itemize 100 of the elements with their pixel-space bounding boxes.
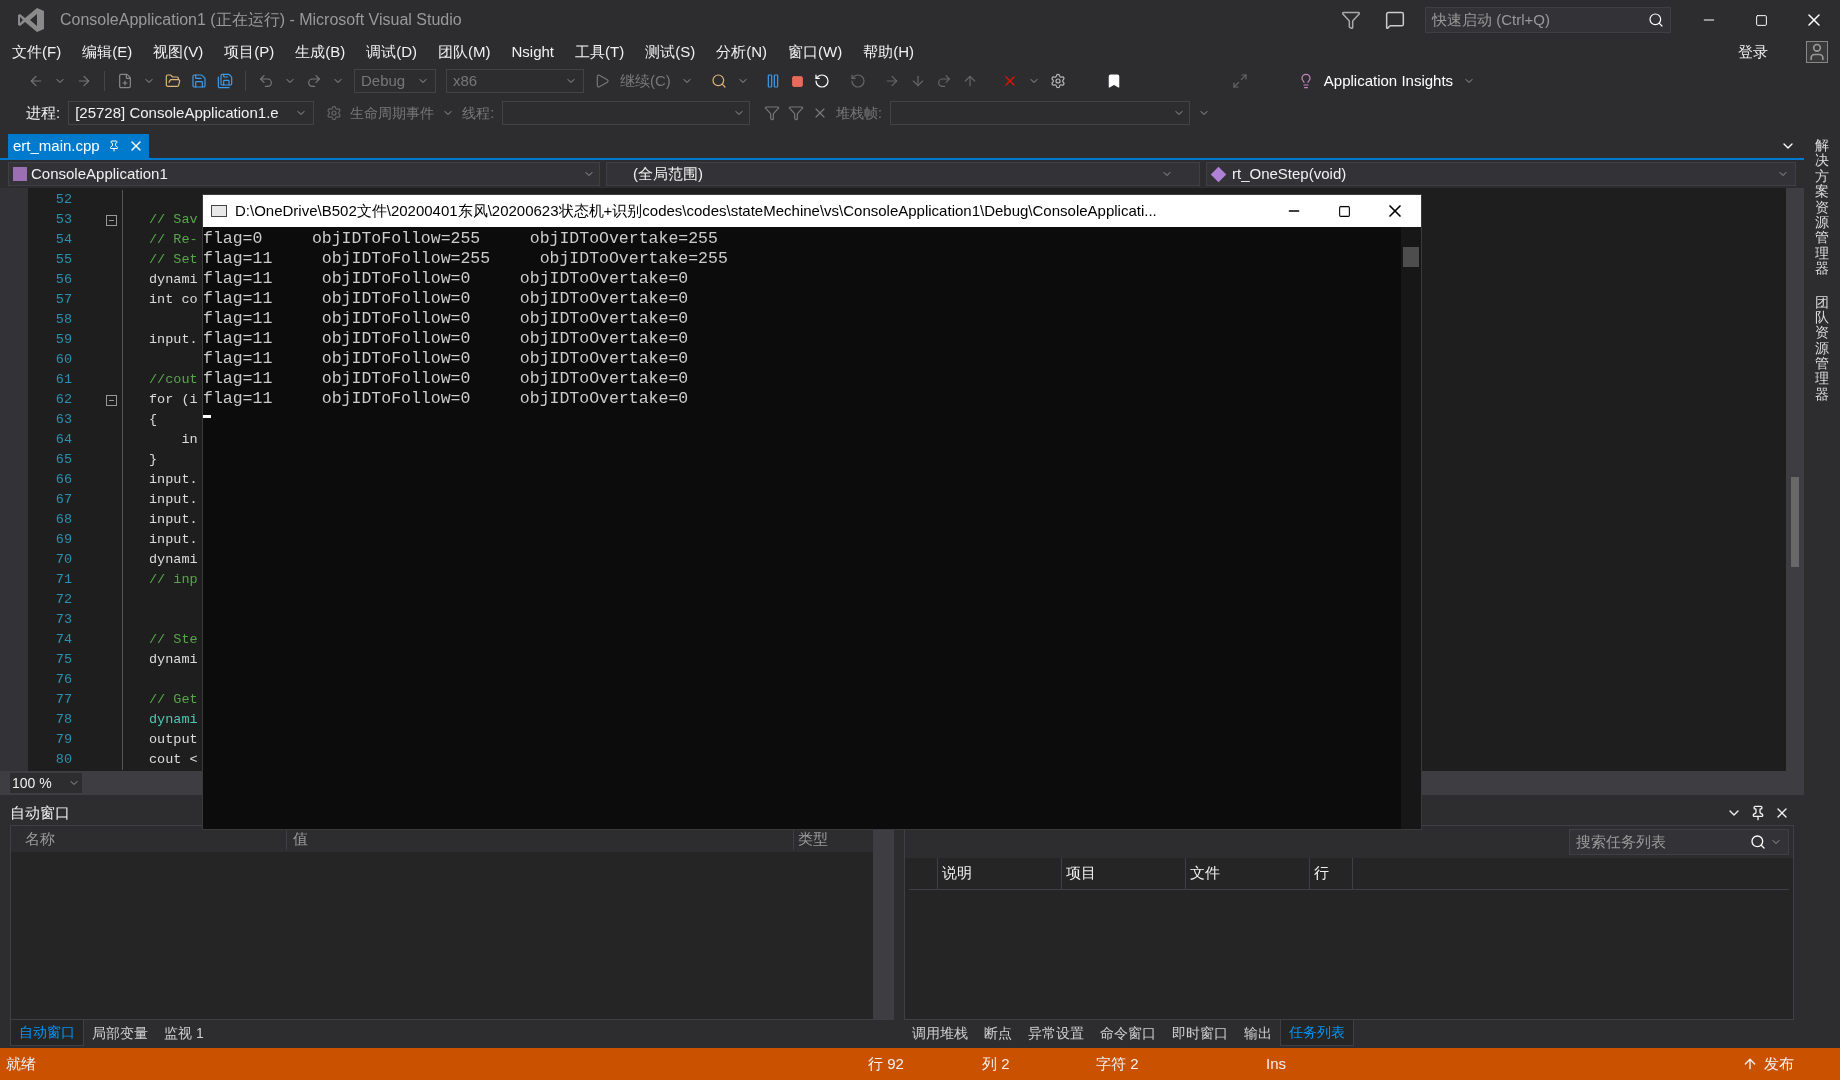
menu-item[interactable]: 文件(F) [12,40,62,64]
line-number: 79 [54,730,72,749]
file-plus-icon[interactable] [117,73,133,89]
quick-launch-field[interactable]: 快速启动 (Ctrl+Q) [1425,7,1671,33]
stack-frame-label: 堆栈帧: [836,103,882,123]
code-line: // Get [149,690,198,709]
collapse-icon[interactable] [105,394,117,406]
panel-tab[interactable]: 监视 1 [156,1020,212,1046]
panel-tab[interactable]: 局部变量 [84,1020,156,1046]
column-header[interactable]: 名称 [11,827,286,851]
panel-tab[interactable]: 调用堆栈 [904,1020,976,1046]
line-number: 53 [54,210,72,229]
column-header[interactable]: 行 [1309,858,1353,889]
menu-item[interactable]: 视图(V) [153,40,204,64]
menu-item[interactable]: Nsight [511,40,554,64]
console-app-icon [211,205,227,217]
line-number: 69 [54,530,72,549]
search-icon[interactable] [1750,834,1766,850]
restart-icon[interactable] [813,73,830,89]
code-line: // Sav [149,210,198,229]
menu-item[interactable]: 团队(M) [438,40,491,64]
filter-icon[interactable] [764,105,781,121]
column-header[interactable]: 说明 [937,858,1061,889]
project-icon [13,167,27,181]
project-dropdown[interactable]: ConsoleApplication1 [8,162,600,186]
console-line: flag=11 objIDToFollow=0 objIDToOvertake=0 [203,369,690,389]
menu-item[interactable]: 调试(D) [366,40,417,64]
zoom-dropdown[interactable]: 100 % [10,773,82,793]
forward-icon[interactable] [76,73,92,89]
side-tab[interactable]: 团队资源管理器 [1815,294,1829,403]
play-icon[interactable] [594,73,610,89]
find-icon[interactable] [710,73,727,89]
member-dropdown[interactable]: rt_OneStep(void) [1206,162,1796,186]
collapse-icon[interactable] [105,214,117,226]
publish-icon[interactable] [1742,1056,1758,1072]
refresh-icon[interactable] [849,73,866,89]
menu-item[interactable]: 生成(B) [295,40,346,64]
avatar-icon[interactable] [1806,41,1828,63]
panel-tab[interactable]: 断点 [976,1020,1020,1046]
console-title: D:\OneDrive\B502文件\20200401东风\20200623状态机+识别codes\codes\stateMechine\vs\ConsoleApplication1\Debug\ConsoleApplicati... [235,200,1158,221]
filter-icon[interactable] [788,105,805,121]
save-icon[interactable] [191,73,207,89]
menu-item[interactable]: 帮助(H) [863,40,914,64]
thread-label: 线程: [462,103,495,123]
status-text: 就绪 [6,1053,37,1074]
menu-item[interactable]: 工具(T) [575,40,625,64]
side-tab[interactable]: 解决方案资源管理器 [1815,138,1829,277]
feedback-icon[interactable] [1385,10,1405,30]
column-header[interactable]: 文件 [1185,858,1309,889]
folder-icon[interactable] [165,73,181,89]
search-field[interactable]: 搜索任务列表 [1569,829,1789,855]
stop-icon[interactable] [790,74,804,88]
console-line: flag=0 objIDToFollow=255 objIDToOvertake=255 [203,229,719,249]
code-line: //cout [149,370,198,389]
publish-button[interactable]: 发布 [1764,1052,1794,1076]
maximize-icon[interactable] [1338,204,1351,218]
column-header[interactable]: 项目 [1061,858,1185,889]
window-title: ConsoleApplication1 (正在运行) - Microsoft Visual Studio [60,10,462,30]
vertical-scrollbar[interactable] [1401,227,1421,829]
menu-item[interactable]: 测试(S) [645,40,696,64]
panel-tab[interactable]: 自动窗口 [10,1020,84,1046]
search-icon[interactable] [1648,12,1664,28]
sign-in-link[interactable]: 登录 [1738,40,1768,64]
line-number: 68 [54,510,72,529]
insights-button[interactable]: Application Insights [1323,69,1454,93]
menu-item[interactable]: 编辑(E) [82,40,133,64]
panel-tab[interactable]: 即时窗口 [1164,1020,1236,1046]
code-line: // Set [149,250,198,269]
code-line: in [180,430,198,449]
expand-icon[interactable] [1231,73,1248,89]
undo-icon[interactable] [258,73,274,89]
line-number: 65 [54,450,72,469]
line-number: 62 [54,390,72,409]
menu-item[interactable]: 窗口(W) [788,40,843,64]
line-number: 64 [54,430,72,449]
back-icon[interactable] [28,73,44,89]
line-number: 63 [54,410,72,429]
process-dropdown[interactable]: [25728] ConsoleApplication1.e [68,101,315,125]
line-number: 66 [54,470,72,489]
code-line: int co [149,290,198,309]
panel-tab[interactable]: 命令窗口 [1092,1020,1164,1046]
line-number: 57 [54,290,72,309]
scope-dropdown[interactable]: (全局范围) [606,162,1200,186]
filter-icon[interactable] [1341,10,1361,30]
console-line: flag=11 objIDToFollow=255 objIDToOvertake=255 [203,249,729,269]
pin-icon[interactable] [1750,805,1766,821]
panel-tab[interactable]: 任务列表 [1280,1020,1354,1046]
menu-item[interactable]: 项目(P) [224,40,275,64]
panel-tab[interactable]: 异常设置 [1020,1020,1092,1046]
line-number: 73 [54,610,72,629]
gear-icon[interactable] [1049,73,1066,89]
line-number: 58 [54,310,72,329]
save-all-icon[interactable] [217,73,233,89]
panel-tab[interactable]: 输出 [1236,1020,1280,1046]
vertical-scrollbar[interactable] [1786,188,1804,771]
line-number: 56 [54,270,72,289]
method-icon [1210,166,1227,182]
menu-item[interactable]: 分析(N) [716,40,767,64]
redo-icon[interactable] [306,73,322,89]
line-number: 76 [54,670,72,689]
